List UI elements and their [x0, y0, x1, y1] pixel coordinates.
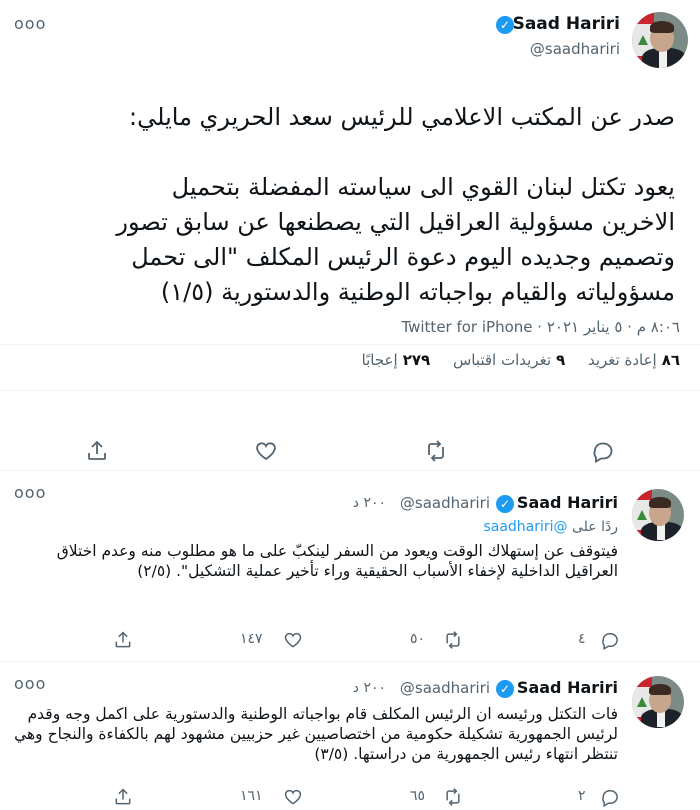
replying-to-link[interactable]: @saadhariri: [483, 519, 567, 535]
share-icon[interactable]: [84, 438, 110, 464]
quote-tweets-stat[interactable]: ٩تغريدات اقتباس: [453, 351, 565, 369]
verified-badge-icon: ✓: [496, 16, 514, 34]
reply-tweet[interactable]: ooo Saad Hariri ✓ @saadhariri ٢٠٠ د فات …: [0, 662, 700, 807]
reply-icon[interactable]: [597, 784, 623, 810]
source-link[interactable]: Twitter for iPhone: [401, 318, 532, 336]
reply-count: ٢: [578, 788, 586, 804]
timestamp[interactable]: ٢٠٠ د: [353, 680, 386, 696]
replying-prefix: ردًا على: [572, 519, 618, 535]
more-options-icon[interactable]: ooo: [14, 483, 46, 502]
replying-to: ردًا على @saadhariri: [483, 519, 618, 535]
verified-badge-icon: ✓: [496, 495, 514, 513]
likes-stat[interactable]: ٢٧٩إعجابًا: [362, 351, 431, 369]
avatar[interactable]: [632, 676, 684, 728]
divider: [0, 344, 700, 345]
divider: [0, 390, 700, 391]
reply-count: ٤: [578, 631, 586, 647]
like-icon[interactable]: [280, 784, 306, 810]
tweet-paragraph: يعود تكتل لبنان القوي الى سياسته المفضلة…: [116, 173, 675, 306]
tweet-text: صدر عن المكتب الاعلامي للرئيس سعد الحرير…: [95, 100, 675, 310]
avatar[interactable]: [632, 489, 684, 541]
like-icon[interactable]: [253, 438, 279, 464]
more-options-icon[interactable]: ooo: [14, 674, 46, 693]
author-handle[interactable]: @saadhariri: [400, 494, 490, 512]
avatar[interactable]: [632, 12, 688, 68]
share-icon[interactable]: [110, 627, 136, 653]
retweet-icon[interactable]: [423, 438, 449, 464]
like-icon[interactable]: [280, 627, 306, 653]
tweet-meta: ٨:٠٦ م · ٥ يناير ٢٠٢١ · Twitter for iPho…: [401, 318, 680, 336]
author-handle[interactable]: @saadhariri: [400, 679, 490, 697]
reply-icon[interactable]: [590, 438, 616, 464]
reply-icon[interactable]: [597, 627, 623, 653]
verified-badge-icon: ✓: [496, 680, 514, 698]
like-count: ١٤٧: [240, 631, 263, 647]
tweet-text: فات التكتل ورئيسه ان الرئيس المكلف قام ب…: [14, 705, 618, 763]
timestamp[interactable]: ٢٠٠ د: [353, 495, 386, 511]
author-handle[interactable]: @saadhariri: [530, 40, 620, 58]
tweet-paragraph: صدر عن المكتب الاعلامي للرئيس سعد الحرير…: [129, 103, 675, 131]
like-count: ١٦١: [240, 788, 263, 804]
timestamp[interactable]: ٨:٠٦ م · ٥ يناير ٢٠٢١ ·: [537, 318, 680, 336]
main-tweet: ooo Saad Hariri ✓ @saadhariri صدر عن الم…: [0, 0, 700, 470]
retweet-count: ٥٠: [410, 631, 426, 647]
share-icon[interactable]: [110, 784, 136, 810]
author-name[interactable]: Saad Hariri: [517, 678, 618, 697]
retweet-icon[interactable]: [440, 784, 466, 810]
retweet-icon[interactable]: [440, 627, 466, 653]
retweet-count: ٦٥: [410, 788, 426, 804]
more-options-icon[interactable]: ooo: [14, 14, 46, 33]
tweet-text: فيتوقف عن إستهلاك الوقت ويعود من السفر ل…: [56, 542, 618, 580]
reply-tweet[interactable]: ooo Saad Hariri ✓ @saadhariri ٢٠٠ د ردًا…: [0, 471, 700, 661]
author-name[interactable]: Saad Hariri: [513, 14, 620, 34]
retweets-stat[interactable]: ٨٦إعادة تغريد: [588, 351, 680, 369]
author-name[interactable]: Saad Hariri: [517, 493, 618, 512]
tweet-stats: ٨٦إعادة تغريد ٩تغريدات اقتباس ٢٧٩إعجابًا: [344, 351, 680, 373]
